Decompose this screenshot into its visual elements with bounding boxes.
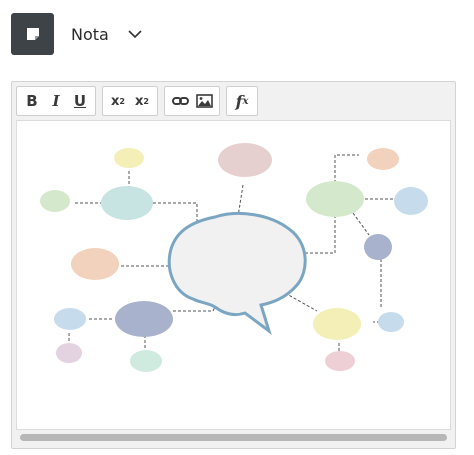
horizontal-scrollbar[interactable] xyxy=(16,430,451,444)
italic-button[interactable]: I xyxy=(44,89,68,113)
scrollbar-thumb[interactable] xyxy=(20,433,447,441)
formula-sub: x xyxy=(242,95,249,107)
formula-group: fx xyxy=(226,86,258,116)
insert-group xyxy=(164,86,220,116)
superscript-button[interactable]: x2 xyxy=(106,89,130,113)
image-icon[interactable] xyxy=(192,89,216,113)
formula-button[interactable]: fx xyxy=(230,89,254,113)
mind-map-illustration xyxy=(40,143,428,372)
superscript-base: x xyxy=(111,93,120,109)
subscript-base: x xyxy=(135,93,144,109)
sticky-note-icon xyxy=(11,13,54,55)
subscript-button[interactable]: x2 xyxy=(130,89,154,113)
link-icon[interactable] xyxy=(168,89,192,113)
rich-text-editor: B I U x2 x2 f x xyxy=(11,81,456,449)
note-header: Nota xyxy=(11,13,145,55)
bold-button[interactable]: B xyxy=(20,89,44,113)
script-group: x2 x2 xyxy=(102,86,158,116)
editor-toolbar: B I U x2 x2 f x xyxy=(16,86,258,116)
subscript-idx: 2 xyxy=(143,96,149,106)
text-style-group: B I U xyxy=(16,86,96,116)
editor-content-area[interactable] xyxy=(16,120,451,430)
note-title: Nota xyxy=(71,24,109,44)
underline-button[interactable]: U xyxy=(68,89,92,113)
chevron-down-icon[interactable] xyxy=(125,24,145,44)
superscript-exp: 2 xyxy=(119,96,125,106)
